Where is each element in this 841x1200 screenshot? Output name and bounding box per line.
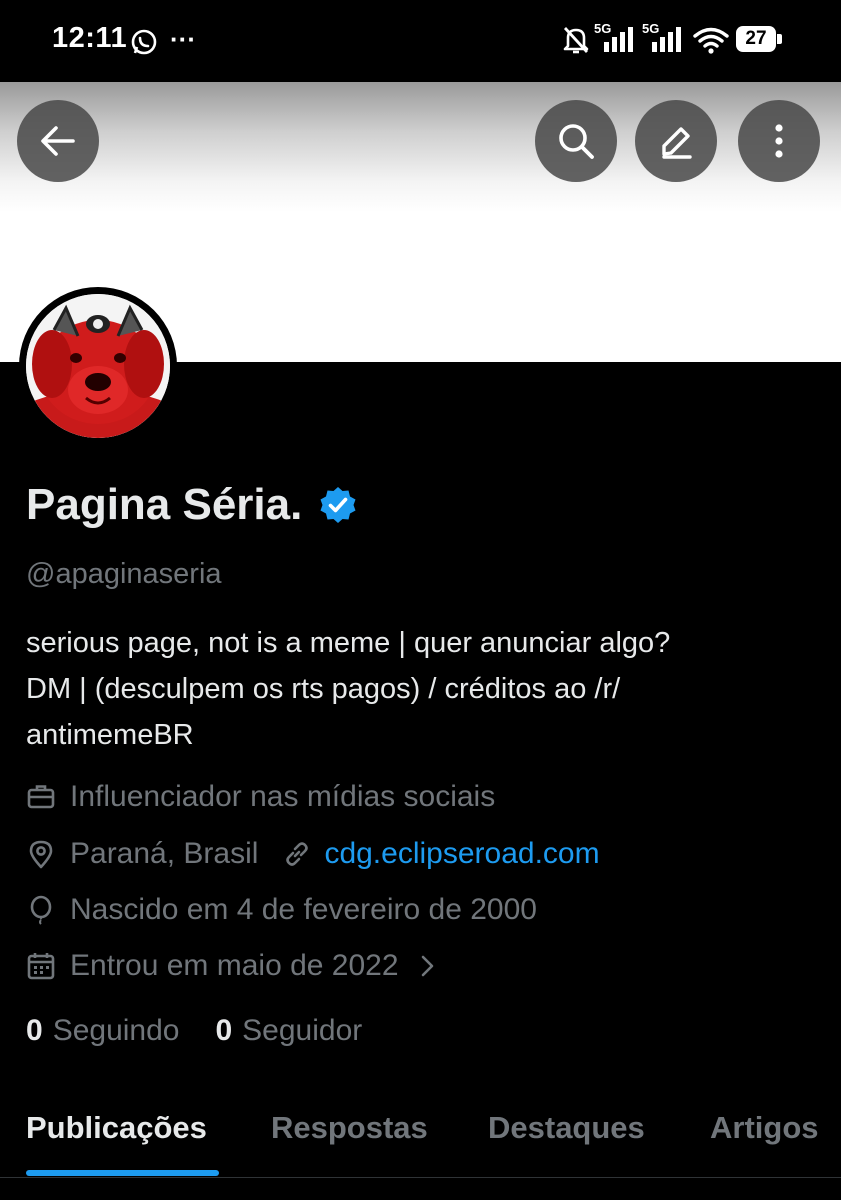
- whatsapp-icon: [131, 29, 157, 55]
- following-count: 0: [26, 1014, 43, 1047]
- profile-joined: Entrou em maio de 2022: [70, 949, 399, 982]
- profile-location-row: Paraná, Brasil cdg.eclipseroad.com: [26, 837, 600, 871]
- calendar-icon: [27, 953, 55, 980]
- back-button[interactable]: [17, 100, 99, 182]
- tab-destaques[interactable]: Destaques: [488, 1110, 645, 1146]
- status-bar: 12:11 ··· 5G 5G 27: [0, 0, 841, 82]
- followers-count: 0: [215, 1014, 233, 1047]
- profile-website-link[interactable]: cdg.eclipseroad.com: [324, 837, 599, 871]
- status-time: 12:11: [52, 22, 128, 54]
- profile-name-row: Pagina Séria.: [26, 480, 358, 530]
- more-button[interactable]: [738, 100, 820, 182]
- profile-location: Paraná, Brasil: [70, 837, 259, 870]
- location-pin-icon: [29, 840, 53, 869]
- edit-icon: [662, 127, 692, 159]
- profile-birth-row: Nascido em 4 de fevereiro de 2000: [26, 893, 537, 927]
- followers-link[interactable]: 0 Seguidor: [215, 1014, 362, 1048]
- signal-icon: [652, 27, 681, 52]
- link-icon: [286, 842, 309, 866]
- back-arrow-icon: [41, 126, 75, 156]
- following-link[interactable]: 0 Seguindo: [26, 1014, 179, 1048]
- tab-respostas[interactable]: Respostas: [271, 1110, 428, 1146]
- bio-line: DM | (desculpem os rts pagos) / créditos…: [26, 673, 621, 705]
- verified-badge-icon[interactable]: [318, 485, 358, 525]
- followers-label: Seguidor: [242, 1014, 363, 1047]
- profile-category-row: Influenciador nas mídias sociais: [26, 780, 495, 814]
- active-tab-indicator: [26, 1170, 219, 1176]
- follow-counts: 0 Seguindo 0 Seguidor: [26, 1014, 362, 1048]
- search-button[interactable]: [535, 100, 617, 182]
- signal-icon: [604, 27, 633, 52]
- wifi-icon: [693, 27, 729, 54]
- profile-bio: serious page, not is a meme | quer anunc…: [26, 620, 816, 758]
- bio-line: antimemeBR: [26, 719, 194, 751]
- tabs-divider: [0, 1177, 841, 1178]
- profile-joined-row[interactable]: Entrou em maio de 2022: [26, 949, 437, 983]
- profile-handle: @apaginaseria: [26, 558, 222, 590]
- tab-publicacoes[interactable]: Publicações: [26, 1110, 207, 1146]
- battery-level: 27: [745, 28, 767, 49]
- chevron-right-icon: [421, 955, 433, 977]
- avatar-image: [26, 294, 170, 438]
- search-icon: [559, 124, 594, 159]
- profile-tabs: Publicações Respostas Destaques Artigos: [0, 1110, 841, 1176]
- profile-category: Influenciador nas mídias sociais: [70, 780, 496, 813]
- briefcase-icon: [27, 785, 55, 809]
- following-label: Seguindo: [52, 1014, 180, 1047]
- profile-name: Pagina Séria.: [26, 480, 303, 529]
- bio-line: serious page, not is a meme | quer anunc…: [26, 627, 671, 659]
- tab-artigos[interactable]: Artigos: [710, 1110, 819, 1146]
- mute-bell-icon: [563, 27, 589, 54]
- battery-tip: [777, 34, 782, 44]
- more-vertical-icon: [775, 124, 783, 158]
- status-more-dots: ···: [170, 24, 196, 54]
- battery-icon: 27: [736, 26, 776, 52]
- profile-birth: Nascido em 4 de fevereiro de 2000: [70, 893, 537, 926]
- red-dog-avatar-icon: [26, 294, 170, 438]
- balloon-icon: [30, 895, 52, 925]
- edit-button[interactable]: [635, 100, 717, 182]
- avatar[interactable]: [19, 287, 177, 445]
